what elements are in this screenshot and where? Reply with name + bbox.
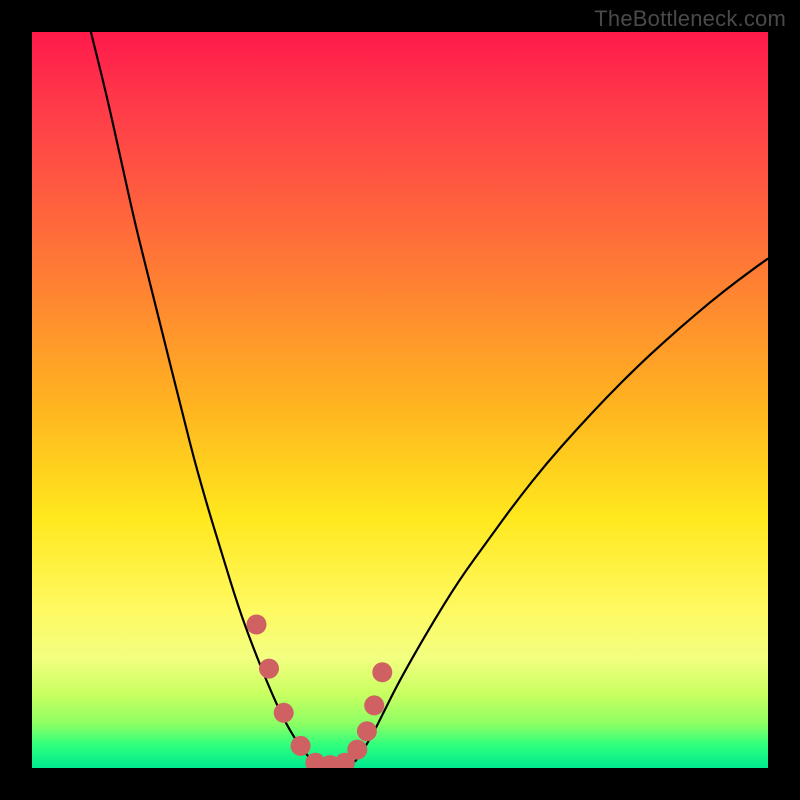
chart-plot-area (32, 32, 768, 768)
chart-svg (32, 32, 768, 768)
watermark-text: TheBottleneck.com (594, 6, 786, 32)
trough-marker (364, 695, 384, 715)
trough-marker (291, 736, 311, 756)
trough-marker (274, 703, 294, 723)
trough-marker (247, 615, 267, 635)
trough-marker (372, 662, 392, 682)
trough-marker (357, 721, 377, 741)
trough-marker-group (247, 615, 393, 769)
curve-group (91, 32, 768, 768)
trough-marker (347, 740, 367, 760)
bottleneck-curve (91, 32, 768, 768)
chart-frame: TheBottleneck.com (0, 0, 800, 800)
trough-marker (259, 659, 279, 679)
